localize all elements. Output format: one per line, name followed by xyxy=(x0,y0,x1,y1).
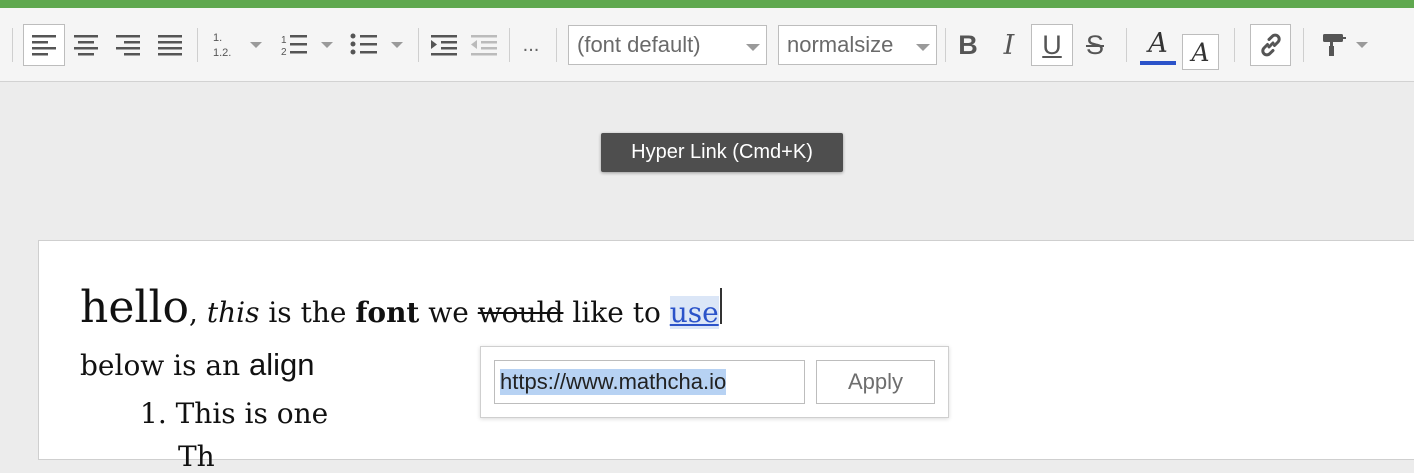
hyperlink-use[interactable]: use xyxy=(669,296,719,329)
hyperlink-button[interactable] xyxy=(1250,24,1291,66)
text-comma: , xyxy=(189,296,198,329)
underline-button[interactable]: U xyxy=(1031,24,1073,66)
align-left-button[interactable] xyxy=(23,24,65,66)
align-justify-icon xyxy=(158,35,182,56)
bullet-list-dropdown[interactable] xyxy=(348,24,408,66)
toolbar-divider xyxy=(197,28,198,62)
font-family-select[interactable]: (font default) xyxy=(568,25,767,65)
link-icon xyxy=(1260,33,1281,57)
toolbar-divider xyxy=(418,28,419,62)
svg-text:2: 2 xyxy=(281,47,287,58)
align-center-button[interactable] xyxy=(68,24,104,66)
chevron-down-icon xyxy=(746,44,760,51)
bold-button[interactable]: B xyxy=(952,25,984,65)
text-we: we xyxy=(428,296,469,329)
text-is-the: is the xyxy=(268,296,347,329)
format-painter-dropdown[interactable] xyxy=(1316,24,1376,66)
bullet-list-icon xyxy=(350,33,403,55)
list-item: 1. This is one xyxy=(140,397,328,430)
ordered-list-icon: 1 2 xyxy=(281,35,333,58)
align-right-icon xyxy=(116,35,140,56)
text-hello: hello xyxy=(80,282,190,333)
text-below-is-an: below is an xyxy=(80,349,241,382)
strikethrough-button[interactable]: S xyxy=(1078,25,1112,65)
font-family-value: (font default) xyxy=(577,32,701,57)
toolbar-divider xyxy=(1234,28,1235,62)
svg-text:1: 1 xyxy=(281,35,287,46)
list-item-text: Th xyxy=(178,440,215,473)
toolbar-divider xyxy=(1303,28,1304,62)
hyperlink-tooltip: Hyper Link (Cmd+K) xyxy=(601,133,843,172)
align-right-button[interactable] xyxy=(110,24,146,66)
text-would: would xyxy=(477,296,564,329)
align-center-icon xyxy=(74,35,98,56)
list-item-text: This is one xyxy=(175,397,329,430)
outdent-button[interactable] xyxy=(466,24,502,66)
toolbar-divider xyxy=(509,28,510,62)
list-item-number: 1. xyxy=(140,397,167,430)
numbering-style-icon: 1. 1.2. xyxy=(213,32,262,59)
apply-button[interactable]: Apply xyxy=(816,360,935,404)
format-painter-icon xyxy=(1323,34,1368,56)
indent-icon xyxy=(431,35,457,56)
list-item: Th xyxy=(178,440,215,473)
url-input-value: https://www.mathcha.io xyxy=(500,369,727,395)
indent-button[interactable] xyxy=(426,24,462,66)
text-color-button[interactable]: A xyxy=(1140,25,1176,65)
toolbar-divider xyxy=(1126,28,1127,62)
outdent-icon xyxy=(471,35,497,56)
ordered-list-dropdown[interactable]: 1 2 xyxy=(278,24,338,66)
text-like-to: like to xyxy=(572,296,661,329)
italic-button[interactable]: I xyxy=(993,25,1025,65)
document-line-2: below is an align xyxy=(80,347,315,383)
svg-text:1.2.: 1.2. xyxy=(213,47,231,59)
url-input[interactable]: https://www.mathcha.io xyxy=(494,360,805,404)
text-align: align xyxy=(249,347,315,382)
font-size-select[interactable]: normalsize xyxy=(778,25,937,65)
toolbar-divider xyxy=(556,28,557,62)
highlight-color-button[interactable]: A xyxy=(1182,34,1219,70)
numbering-style-dropdown[interactable]: 1. 1.2. xyxy=(208,24,268,66)
toolbar: 1. 1.2. 1 2 ... (font default) normalsiz… xyxy=(0,8,1414,82)
font-size-value: normalsize xyxy=(787,32,894,57)
chevron-down-icon xyxy=(916,44,930,51)
text-cursor xyxy=(719,288,722,324)
document-line-1: hello, this is the font we would like to… xyxy=(80,282,722,333)
top-accent-bar xyxy=(0,0,1414,8)
text-this: this xyxy=(206,296,260,329)
link-editor-popup: https://www.mathcha.io Apply xyxy=(480,346,949,418)
toolbar-divider xyxy=(12,28,13,62)
svg-text:1.: 1. xyxy=(213,32,222,44)
text-font: font xyxy=(355,296,420,329)
align-justify-button[interactable] xyxy=(152,24,188,66)
more-button[interactable]: ... xyxy=(515,28,547,62)
toolbar-divider xyxy=(945,28,946,62)
align-left-icon xyxy=(32,35,56,56)
